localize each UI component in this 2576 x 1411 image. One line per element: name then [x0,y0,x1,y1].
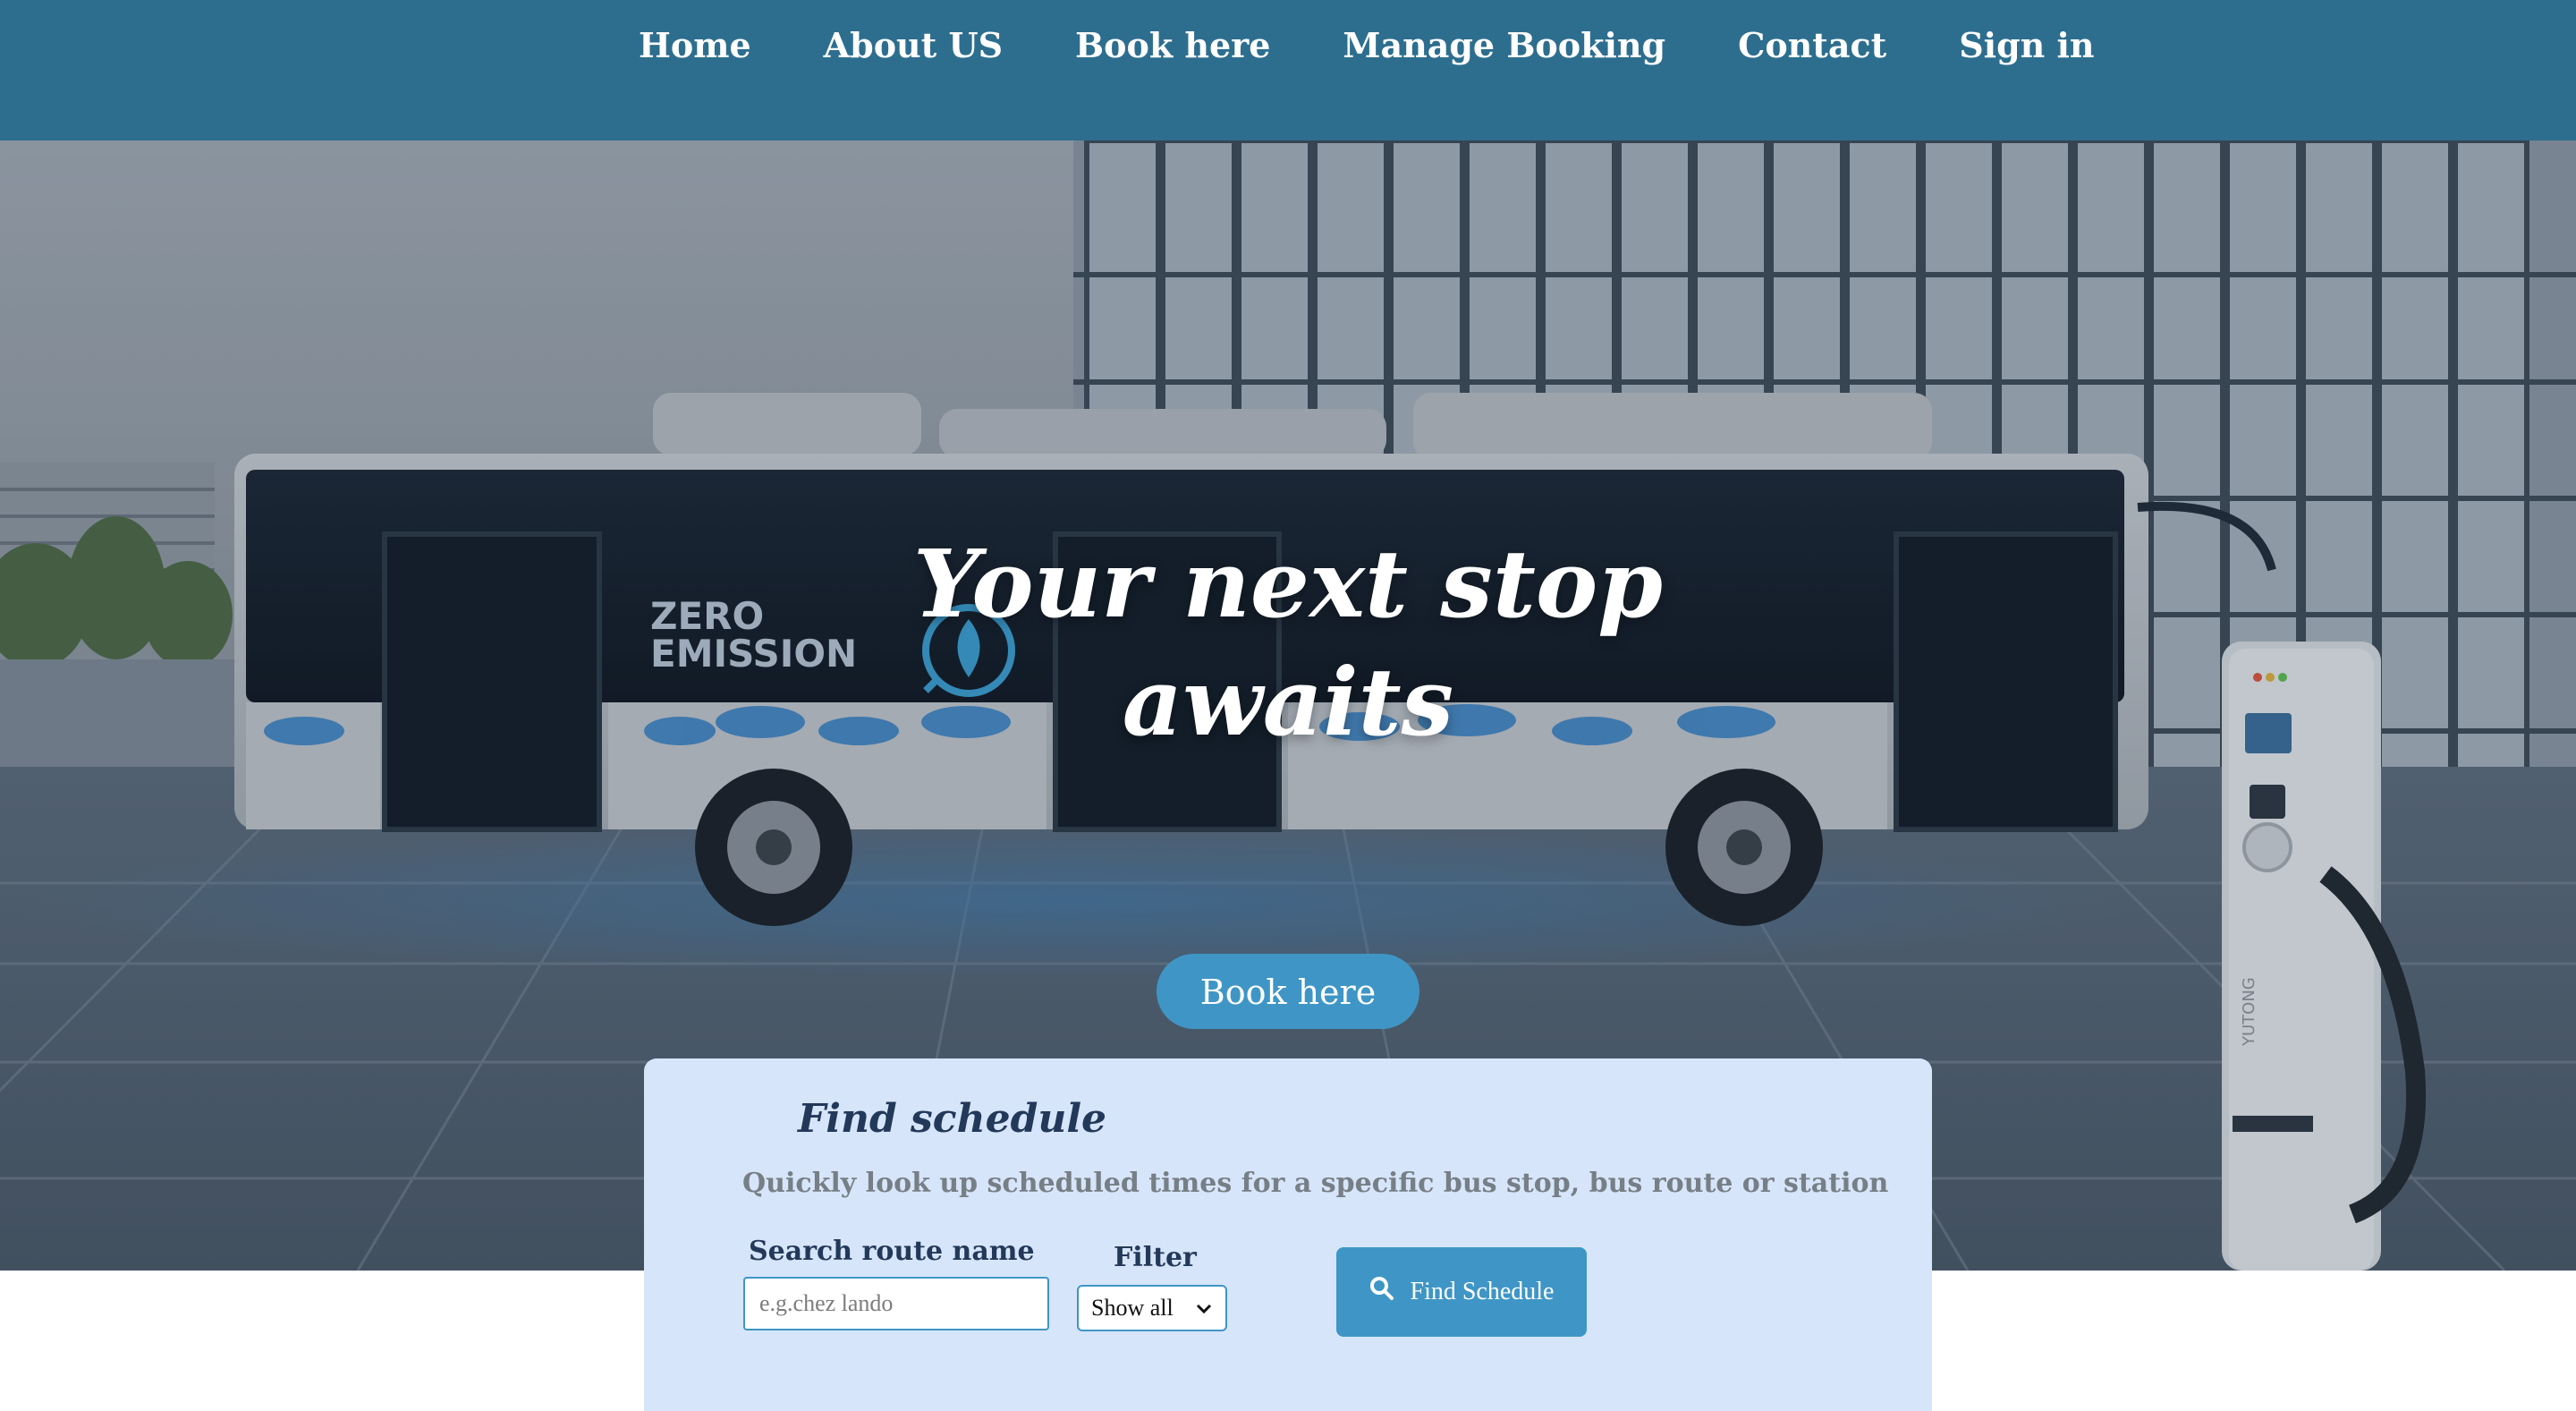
schedule-title: Find schedule [798,1096,1107,1142]
find-schedule-card: Find schedule Quickly look up scheduled … [644,1058,1932,1411]
filter-select[interactable]: Show all [1077,1285,1227,1331]
filter-label: Filter [1114,1242,1197,1273]
nav-item-contact[interactable]: Contact [1738,20,1886,72]
nav-item-manage-booking[interactable]: Manage Booking [1343,20,1665,72]
top-navigation: Home About US Book here Manage Booking C… [0,0,2576,140]
nav-list: Home About US Book here Manage Booking C… [639,20,2095,72]
schedule-subtitle: Quickly look up scheduled times for a sp… [742,1168,1889,1199]
nav-item-book-here[interactable]: Book here [1075,20,1270,72]
nav-item-sign-in[interactable]: Sign in [1959,20,2094,72]
search-route-label: Search route name [749,1236,1035,1267]
hero-title-line-1: Your next stop [913,529,1663,639]
find-schedule-button[interactable]: Find Schedule [1336,1247,1587,1337]
search-icon [1369,1276,1394,1308]
find-schedule-label: Find Schedule [1410,1278,1555,1305]
filter-selected-value: Show all [1091,1295,1174,1321]
hero-title-line-2: awaits [1122,647,1454,757]
search-route-input[interactable] [743,1277,1049,1330]
hero-book-button[interactable]: Book here [1157,954,1419,1029]
nav-item-home[interactable]: Home [639,20,751,72]
chevron-down-icon [1195,1295,1213,1322]
nav-item-about-us[interactable]: About US [824,20,1003,72]
hero-title: Your next stop awaits [841,525,1735,761]
